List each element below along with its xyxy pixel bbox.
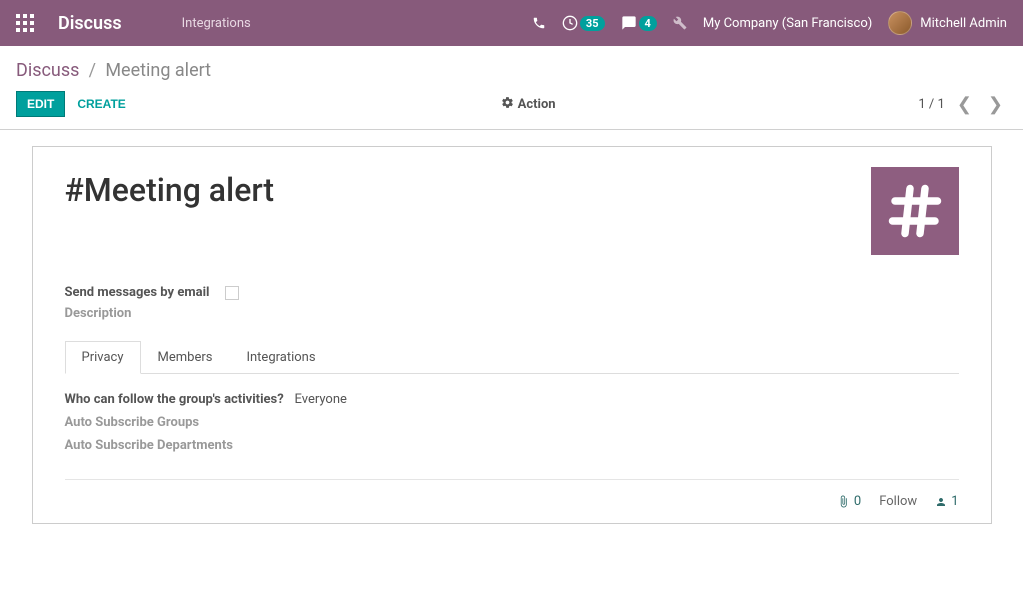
app-brand[interactable]: Discuss: [58, 13, 122, 34]
channel-image[interactable]: [871, 167, 959, 255]
breadcrumb-current: Meeting alert: [105, 60, 211, 81]
create-button[interactable]: Create: [65, 92, 137, 116]
tab-integrations[interactable]: Integrations: [229, 341, 332, 374]
pager-prev-icon[interactable]: ❮: [953, 94, 976, 115]
user-icon: [935, 496, 947, 508]
company-selector[interactable]: My Company (San Francisco): [703, 16, 872, 31]
tab-privacy[interactable]: Privacy: [65, 341, 141, 374]
pager-text[interactable]: 1 / 1: [918, 97, 944, 112]
follow-button[interactable]: Follow: [879, 494, 917, 509]
send-email-label: Send messages by email: [65, 285, 210, 300]
pager-next-icon[interactable]: ❯: [984, 94, 1007, 115]
auto-groups-label: Auto Subscribe Groups: [65, 415, 295, 430]
attachments-count[interactable]: 0: [837, 494, 861, 509]
activity-badge: 35: [580, 16, 605, 31]
user-name: Mitchell Admin: [920, 16, 1007, 31]
breadcrumb: Discuss / Meeting alert: [16, 60, 211, 81]
attachment-icon: [837, 495, 850, 508]
phone-icon[interactable]: [532, 16, 546, 30]
apps-menu-icon[interactable]: [16, 14, 34, 32]
privacy-who-label: Who can follow the group's activities?: [65, 392, 295, 407]
followers-count[interactable]: 1: [935, 494, 958, 509]
send-email-checkbox[interactable]: [225, 286, 239, 300]
description-label: Description: [65, 306, 132, 321]
menu-integrations[interactable]: Integrations: [182, 16, 251, 31]
hash-icon: [885, 181, 945, 241]
breadcrumb-root[interactable]: Discuss: [16, 60, 79, 81]
messaging-badge: 4: [639, 16, 657, 31]
debug-icon[interactable]: [673, 16, 687, 30]
tab-content-privacy: Who can follow the group's activities? E…: [65, 374, 959, 479]
page-title: #Meeting alert: [65, 171, 275, 209]
messaging-icon[interactable]: 4: [621, 15, 657, 31]
gear-icon: [501, 96, 514, 113]
user-avatar: [888, 11, 912, 35]
activity-icon[interactable]: 35: [562, 15, 605, 31]
breadcrumb-sep: /: [89, 60, 96, 81]
notebook-tabs: Privacy Members Integrations: [65, 341, 959, 374]
user-menu[interactable]: Mitchell Admin: [888, 11, 1007, 35]
action-label: Action: [518, 97, 556, 112]
auto-dept-label: Auto Subscribe Departments: [65, 438, 295, 453]
action-dropdown[interactable]: Action: [501, 96, 556, 113]
form-sheet: #Meeting alert Send messages by email De…: [32, 146, 992, 524]
tab-members[interactable]: Members: [141, 341, 230, 374]
privacy-who-value: Everyone: [295, 392, 347, 407]
edit-button[interactable]: Edit: [16, 91, 65, 117]
